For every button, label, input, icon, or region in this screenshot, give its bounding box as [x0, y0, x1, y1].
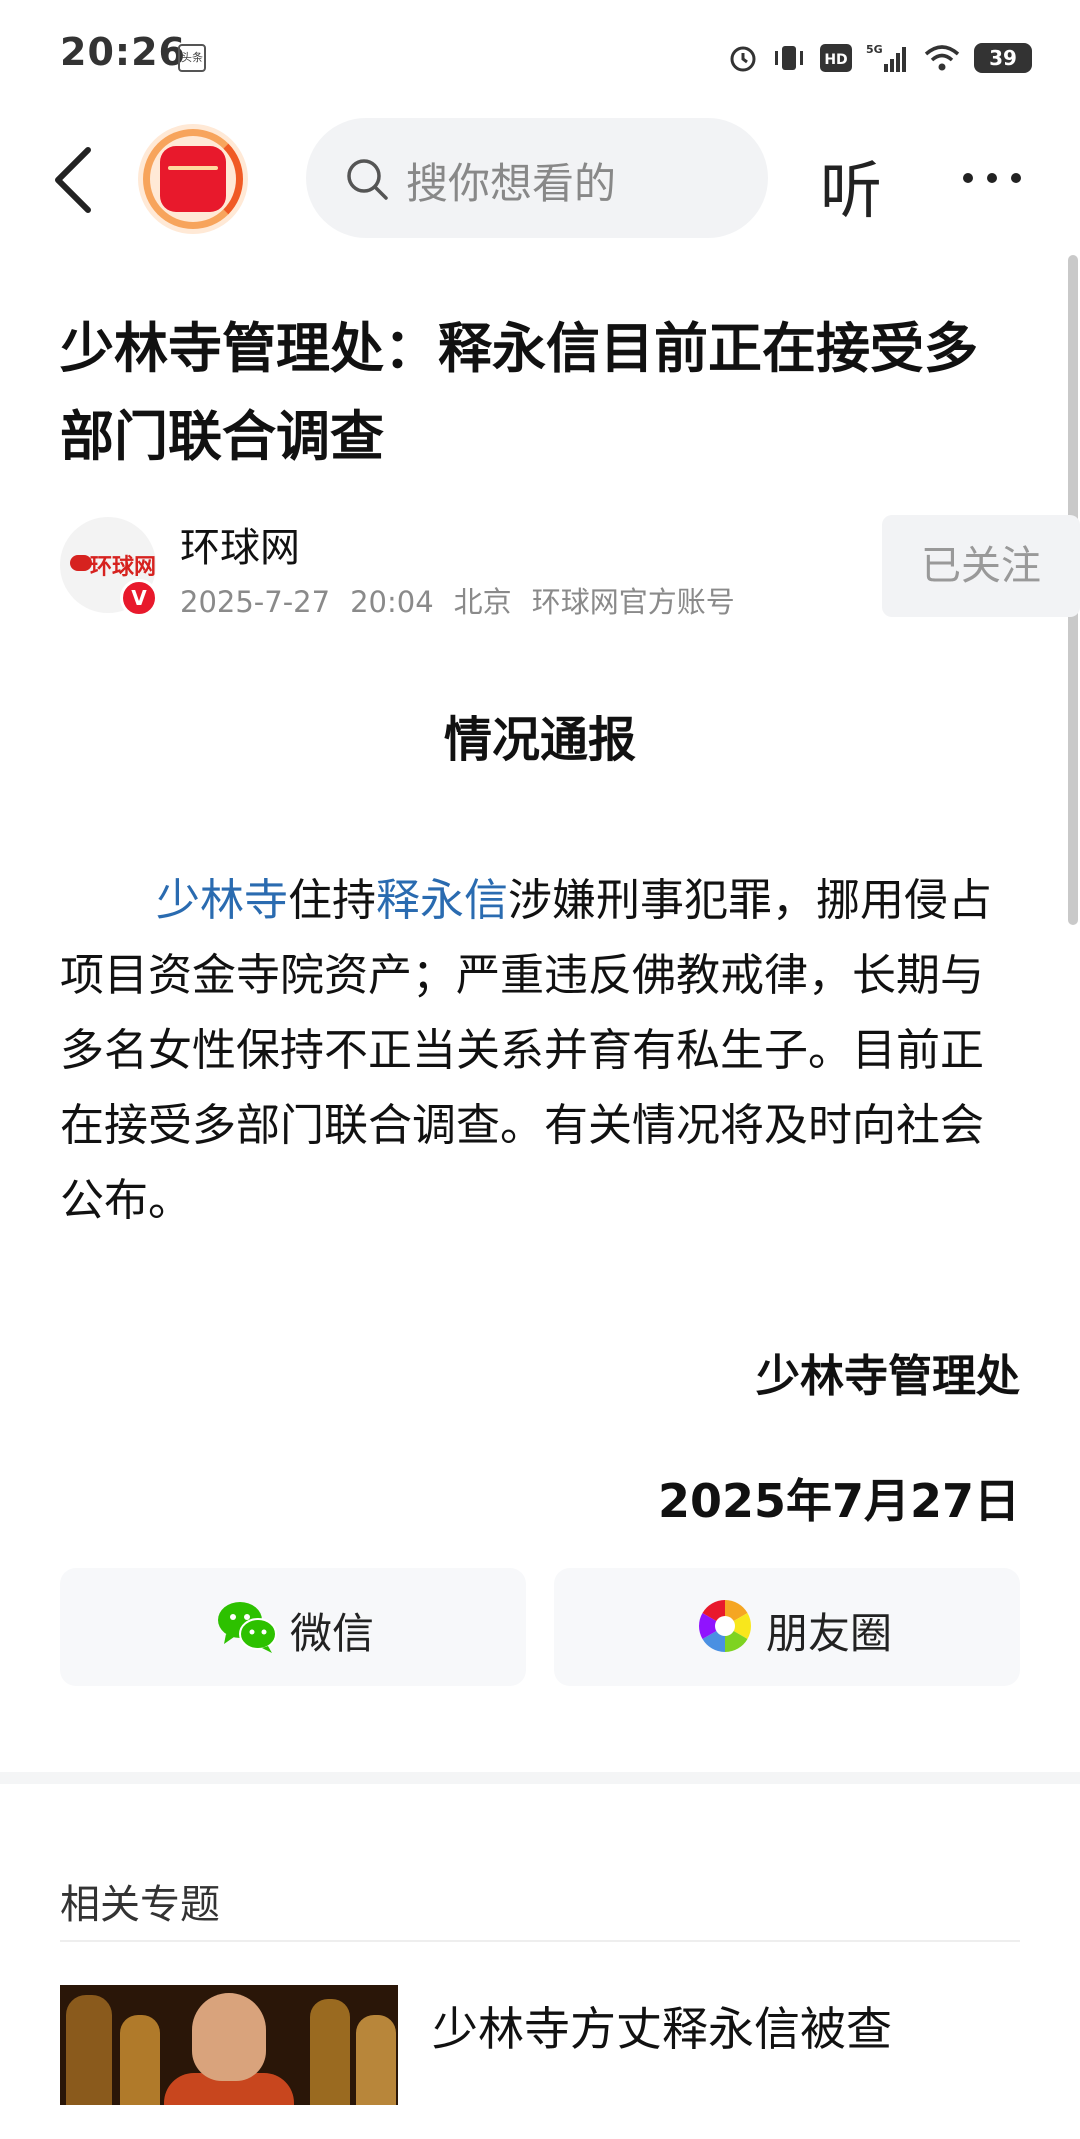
huanqiu-logo-icon	[70, 555, 92, 571]
search-placeholder: 搜你想看的	[406, 159, 617, 208]
link-shaolin-temple[interactable]: 少林寺	[156, 875, 288, 926]
signature-org: 少林寺管理处	[756, 1351, 1020, 1402]
moments-aperture-icon	[699, 1600, 751, 1652]
alarm-icon	[730, 46, 756, 72]
signal-icon: 5G	[866, 43, 906, 72]
author-row: 环球网 V 环球网 2025-7-27 20:04 北京 环球网官方账号 已关注	[60, 515, 1080, 625]
author-meta: 2025-7-27 20:04 北京 环球网官方账号	[180, 579, 755, 621]
account-type: 环球网官方账号	[531, 585, 735, 619]
search-icon	[347, 159, 388, 200]
related-topics-heading: 相关专题	[60, 1882, 220, 1928]
avatar-logo-text: 环球网	[90, 555, 157, 580]
body-text-2: 涉嫌刑事犯罪，挪用侵占项目资金寺院资产；严重违反佛教戒律，长期与多名女性保持不正…	[60, 875, 992, 1226]
related-topic-item[interactable]: 少林寺方丈释永信被查	[60, 1985, 1020, 2105]
listen-button[interactable]: 听	[820, 140, 882, 230]
notice-heading: 情况通报	[443, 712, 636, 768]
vibrate-icon	[775, 46, 803, 70]
hd-icon: HD	[820, 44, 852, 72]
publish-location: 北京	[453, 585, 512, 619]
share-row: 微信 朋友圈	[60, 1568, 1020, 1686]
related-divider	[60, 1940, 1020, 1942]
red-envelope-logo-icon[interactable]	[138, 124, 248, 234]
toutiao-badge-icon: 头条	[178, 44, 206, 72]
wechat-icon	[218, 1602, 277, 1653]
section-divider	[0, 1772, 1080, 1784]
share-moments-label: 朋友圈	[766, 1609, 893, 1658]
signature-date: 2025年7月27日	[657, 1474, 1020, 1528]
status-bar: 20:26 头条 HD 5G 39	[0, 0, 1080, 110]
back-button[interactable]	[44, 140, 104, 220]
share-wechat-label: 微信	[290, 1609, 375, 1658]
related-topic-thumbnail	[60, 1985, 398, 2105]
status-icons: HD 5G 39	[728, 38, 1032, 78]
link-shi-yongxin[interactable]: 释永信	[376, 875, 508, 926]
share-wechat-button[interactable]: 微信	[60, 1568, 526, 1686]
battery-icon: 39	[974, 43, 1032, 73]
svg-text:HD: HD	[824, 52, 847, 68]
article-title: 少林寺管理处：释永信目前正在接受多部门联合调查	[60, 317, 978, 468]
top-nav-bar: 搜你想看的 听	[0, 118, 1080, 238]
body-text-1: 住持	[288, 875, 376, 926]
share-moments-button[interactable]: 朋友圈	[554, 1568, 1020, 1686]
wifi-icon	[924, 45, 960, 71]
search-input[interactable]: 搜你想看的	[306, 118, 768, 238]
follow-button[interactable]: 已关注	[882, 515, 1080, 617]
chevron-left-icon	[55, 147, 91, 213]
more-options-button[interactable]	[960, 148, 1024, 208]
publish-date: 2025-7-27	[180, 585, 331, 619]
author-avatar[interactable]: 环球网 V	[60, 517, 158, 617]
article-body: 少林寺住持释永信涉嫌刑事犯罪，挪用侵占项目资金寺院资产；严重违反佛教戒律，长期与…	[60, 863, 1025, 1238]
author-name[interactable]: 环球网	[180, 515, 300, 573]
more-dots-icon	[963, 173, 1021, 183]
verified-badge-icon: V	[120, 579, 158, 617]
publish-time: 20:04	[350, 585, 434, 619]
related-topic-title: 少林寺方丈释永信被查	[432, 2002, 892, 2056]
status-time: 20:26	[60, 30, 186, 74]
svg-text:5G: 5G	[866, 43, 883, 56]
